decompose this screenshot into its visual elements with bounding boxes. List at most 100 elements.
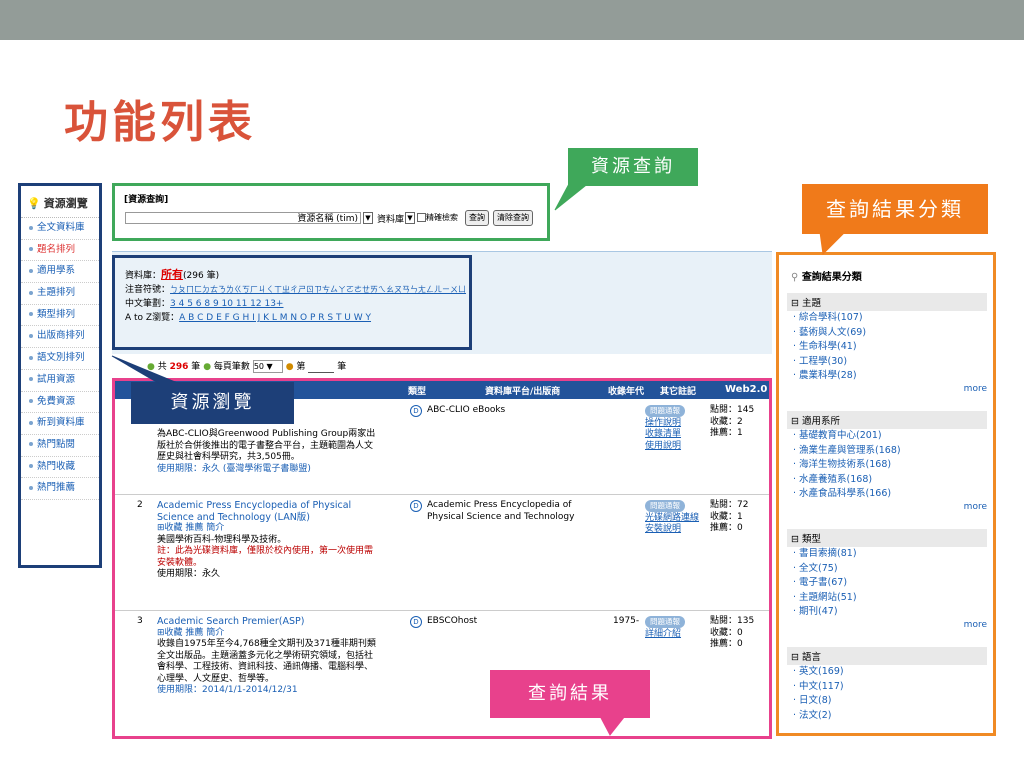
bullet-icon — [29, 225, 33, 230]
facet-item[interactable]: · 日文(8) — [787, 694, 987, 709]
callout-browse: 資源瀏覽 — [131, 382, 294, 424]
exact-checkbox[interactable] — [417, 213, 426, 222]
more-link[interactable]: more — [787, 502, 987, 512]
all-link[interactable]: 所有 — [161, 268, 183, 281]
facet-item[interactable]: · 綜合學科(107) — [787, 311, 987, 326]
facet-type: ⊟ 類型 · 書目索摘(81) · 全文(75) · 電子書(67) · 主題網… — [787, 529, 987, 630]
facet-item[interactable]: · 農業科學(28) — [787, 369, 987, 384]
bullet-icon — [29, 399, 33, 403]
sidebar-item-hot-recommend[interactable]: 熱門推薦 — [21, 478, 99, 500]
report-badge[interactable]: 問題通報 — [645, 616, 685, 628]
facet-section-header[interactable]: ⊟ 類型 — [787, 529, 987, 547]
sidebar-title: 資源瀏覽 — [43, 197, 88, 210]
row-other[interactable]: 問題通報 光碟網路連線安裝說明 — [645, 500, 705, 536]
sidebar-item-free[interactable]: 免費資源 — [21, 392, 99, 414]
type-select[interactable]: 資料庫 — [377, 212, 404, 225]
facet-item[interactable]: · 法文(2) — [787, 709, 987, 724]
perpage-icon: ● — [203, 362, 212, 372]
bullet-icon — [29, 442, 33, 447]
sidebar-item-title-sort[interactable]: 題名排列 — [21, 240, 99, 262]
search-box: [資源查詢] 資源名稱 (tim) ▼ 資料庫 ▼ 精確檢索 查詢 清除查詢 — [112, 183, 550, 241]
report-badge[interactable]: 問題通報 — [645, 500, 685, 512]
row-name-link[interactable]: Academic Search Premier(ASP) — [157, 616, 377, 628]
facet-item[interactable]: · 中文(117) — [787, 680, 987, 695]
facet-section-header[interactable]: ⊟ 適用系所 — [787, 411, 987, 429]
facet-item[interactable]: · 生命科學(41) — [787, 340, 987, 355]
facet-panel: ⚲ 查詢結果分類 ⊟ 主題 · 綜合學科(107) · 藝術與人文(69) · … — [776, 252, 996, 736]
sidebar-item-subject[interactable]: 主題排列 — [21, 283, 99, 305]
row-year: 1975- — [613, 616, 640, 626]
more-link[interactable]: more — [787, 620, 987, 630]
table-row: 3 Academic Search Premier(ASP) ⊞收藏 推薦 簡介… — [115, 610, 769, 736]
facet-item[interactable]: · 藝術與人文(69) — [787, 326, 987, 341]
facet-item[interactable]: · 工程學(30) — [787, 355, 987, 370]
facet-item[interactable]: · 英文(169) — [787, 665, 987, 680]
stroke-links[interactable]: 3 4 5 6 8 9 10 11 12 13+ — [170, 299, 283, 309]
more-link[interactable]: more — [787, 384, 987, 394]
sidebar-item-fulltext[interactable]: 全文資料庫 — [21, 218, 99, 240]
facet-section-header[interactable]: ⊟ 主題 — [787, 293, 987, 311]
per-page-select[interactable]: 50 ▼ — [252, 360, 283, 373]
row-platform: Academic Press Encyclopedia of Physical … — [427, 500, 575, 522]
sidebar-item-new[interactable]: 新到資料庫 — [21, 413, 99, 435]
facet-item[interactable]: · 水產養殖系(168) — [787, 473, 987, 488]
reset-button[interactable]: 清除查詢 — [493, 210, 533, 226]
az-label: A to Z瀏覽： — [125, 313, 180, 323]
sidebar-item-trial[interactable]: 試用資源 — [21, 370, 99, 392]
sidebar-item-type[interactable]: 類型排列 — [21, 305, 99, 327]
row-note: 註：此為光碟資料庫，僅限於校內使用，第一次使用需安裝軟體。 — [157, 546, 374, 568]
row-number: 2 — [137, 500, 143, 510]
facet-item[interactable]: · 水產食品科學系(166) — [787, 487, 987, 502]
bullet-icon — [29, 333, 33, 338]
goto-icon[interactable]: ● — [286, 362, 294, 372]
search-button[interactable]: 查詢 — [465, 210, 489, 226]
facet-item[interactable]: · 海洋生物技術系(168) — [787, 458, 987, 473]
chevron-down-icon[interactable]: ▼ — [405, 212, 415, 224]
bullet-icon — [29, 247, 33, 252]
search-field-select[interactable]: 資源名稱 (tim) — [125, 212, 361, 224]
row-desc: 美國學術百科-物理科學及技術。 — [157, 534, 287, 545]
facet-item[interactable]: · 全文(75) — [787, 562, 987, 577]
main-panel: [資源查詢] 資源名稱 (tim) ▼ 資料庫 ▼ 精確檢索 查詢 清除查詢 資… — [112, 183, 772, 739]
row-platform: ABC-CLIO eBooks — [427, 405, 506, 415]
row-period: 使用期限：永久 — [157, 569, 221, 579]
facet-section-header[interactable]: ⊟ 語言 — [787, 647, 987, 665]
sidebar-item-publisher[interactable]: 出版商排列 — [21, 326, 99, 349]
zhuyin-label: 注音符號： — [125, 285, 171, 295]
bullet-icon — [29, 268, 33, 273]
facet-item[interactable]: · 書目索摘(81) — [787, 547, 987, 562]
pager-icon: ● — [147, 362, 155, 372]
sidebar-item-hot-views[interactable]: 熱門點閱 — [21, 435, 99, 457]
row-title: Academic Press Encyclopedia of Physical … — [157, 500, 377, 581]
database-icon: D — [410, 616, 422, 628]
row-stats: 點閱：135 收藏：0 推薦：0 — [710, 616, 755, 649]
row-name-link[interactable]: Academic Press Encyclopedia of Physical … — [157, 500, 377, 523]
pointer-facets — [819, 231, 847, 256]
facet-item[interactable]: · 主題網站(51) — [787, 591, 987, 606]
database-icon: D — [410, 405, 422, 417]
row-tools[interactable]: ⊞收藏 推薦 簡介 — [157, 523, 377, 535]
row-other[interactable]: 問題通報 詳細介紹 — [645, 616, 705, 640]
report-badge[interactable]: 問題通報 — [645, 405, 685, 417]
chevron-down-icon[interactable]: ▼ — [363, 212, 373, 224]
facet-item[interactable]: · 期刊(47) — [787, 605, 987, 620]
sidebar-item-hot-collect[interactable]: 熱門收藏 — [21, 457, 99, 479]
sidebar-item-dept[interactable]: 適用學系 — [21, 261, 99, 284]
row-title: 為ABC-CLIO與Greenwood Publishing Group兩家出版… — [157, 429, 377, 475]
row-other[interactable]: 問題通報 操作說明 收錄清單 使用說明 — [645, 405, 705, 452]
facet-dept: ⊟ 適用系所 · 基礎教育中心(201) · 漁業生產與管理系(168) · 海… — [787, 411, 987, 512]
db-count: (296 筆) — [183, 271, 220, 281]
zhuyin-links[interactable]: ㄅㄆㄇㄈㄉㄊㄋㄌㄍㄎㄏㄐㄑㄒㄓㄔㄕㄖㄗㄘㄙㄚㄛㄜㄝㄞㄟㄠㄡㄢㄣㄤㄥㄦㄧㄨㄩ — [170, 285, 466, 294]
row-desc: 為ABC-CLIO與Greenwood Publishing Group兩家出版… — [157, 429, 376, 462]
bullet-icon — [29, 290, 33, 295]
row-tools[interactable]: ⊞收藏 推薦 簡介 — [157, 628, 377, 640]
az-links[interactable]: A B C D E F G H I J K L M N O P R S T U … — [179, 313, 371, 323]
sidebar-item-language[interactable]: 語文別排列 — [21, 348, 99, 370]
row-desc: 收錄自1975年至今4,768種全文期刊及371種非期刊類全文出版品。主題涵蓋多… — [157, 639, 376, 684]
search-label: [資源查詢] — [124, 195, 169, 205]
facet-item[interactable]: · 電子書(67) — [787, 576, 987, 591]
bullet-icon — [29, 377, 33, 382]
facet-item[interactable]: · 基礎教育中心(201) — [787, 429, 987, 444]
facet-item[interactable]: · 漁業生產與管理系(168) — [787, 444, 987, 459]
page-input[interactable] — [308, 362, 335, 373]
